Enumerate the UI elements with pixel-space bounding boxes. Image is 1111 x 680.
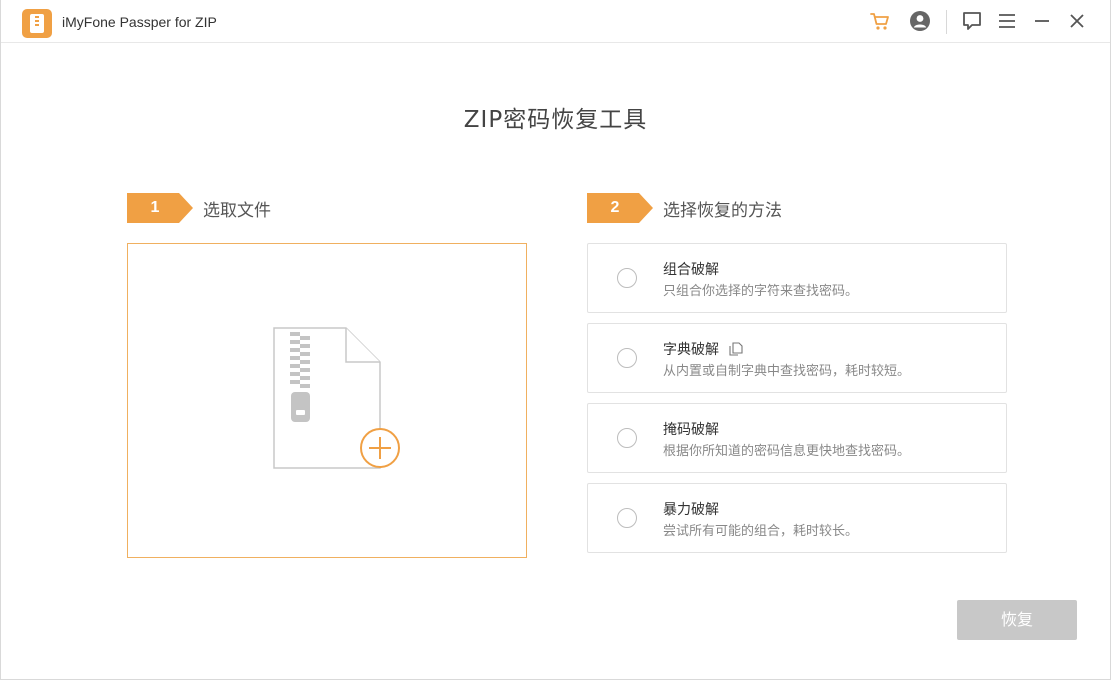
option-description: 从内置或自制字典中查找密码，耗时较短。	[663, 364, 911, 379]
step-2-label: 选择恢复的方法	[663, 200, 782, 221]
option-description: 尝试所有可能的组合，耗时较长。	[663, 524, 859, 539]
step-1-label: 选取文件	[203, 200, 271, 221]
recover-button[interactable]: 恢复	[957, 600, 1077, 640]
app-title: iMyFone Passper for ZIP	[62, 14, 217, 30]
minimize-icon[interactable]	[1030, 9, 1054, 33]
option-title: 字典破解	[663, 342, 719, 358]
option-brute-force-attack[interactable]: 暴力破解 尝试所有可能的组合，耗时较长。	[587, 483, 1007, 553]
option-title: 暴力破解	[663, 502, 719, 518]
option-description: 根据你所知道的密码信息更快地查找密码。	[663, 444, 911, 459]
step-1-number: 1	[150, 199, 160, 216]
add-zip-file-icon	[273, 327, 400, 469]
menu-icon[interactable]	[995, 9, 1019, 33]
cart-icon[interactable]	[868, 9, 892, 33]
file-drop-zone[interactable]	[127, 243, 527, 558]
titlebar-separator	[946, 10, 947, 34]
step-1-badge: 1	[127, 193, 193, 223]
feedback-icon[interactable]	[960, 9, 984, 33]
radio-mask-attack[interactable]	[617, 428, 637, 448]
title-bar: iMyFone Passper for ZIP	[1, 0, 1110, 43]
option-title-row: 字典破解	[663, 339, 743, 359]
step-2-header: 2 选择恢复的方法	[587, 193, 782, 223]
option-description: 只组合你选择的字符来查找密码。	[663, 284, 859, 299]
step-2-badge: 2	[587, 193, 653, 223]
option-dictionary-attack[interactable]: 字典破解 从内置或自制字典中查找密码，耗时较短。	[587, 323, 1007, 393]
option-title: 组合破解	[663, 262, 719, 278]
page-title: ZIP密码恢复工具	[463, 107, 648, 133]
app-logo-icon	[22, 9, 52, 38]
account-icon[interactable]	[908, 9, 932, 33]
radio-brute-force-attack[interactable]	[617, 508, 637, 528]
option-combination-attack[interactable]: 组合破解 只组合你选择的字符来查找密码。	[587, 243, 1007, 313]
dictionary-file-icon[interactable]	[729, 342, 743, 356]
radio-dictionary-attack[interactable]	[617, 348, 637, 368]
radio-combination-attack[interactable]	[617, 268, 637, 288]
option-mask-attack[interactable]: 掩码破解 根据你所知道的密码信息更快地查找密码。	[587, 403, 1007, 473]
close-icon[interactable]	[1065, 9, 1089, 33]
step-2-number: 2	[610, 199, 620, 216]
step-1-header: 1 选取文件	[127, 193, 271, 223]
app-window: iMyFone Passper for ZIP ZIP密码恢复工具 1 选取文件…	[0, 0, 1111, 680]
option-title: 掩码破解	[663, 422, 719, 438]
